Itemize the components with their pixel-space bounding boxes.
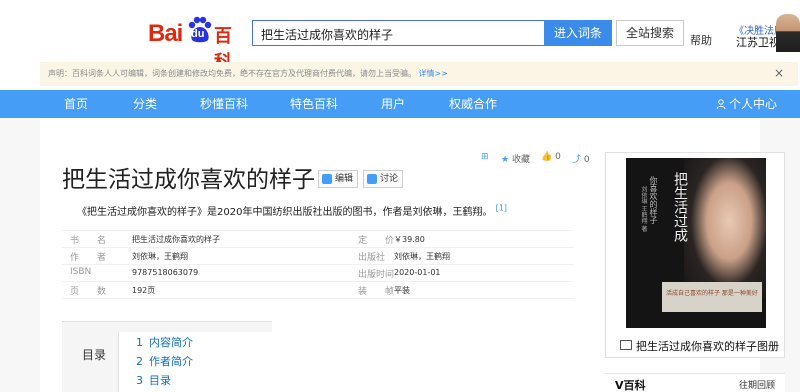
toc-item-text: 目录 bbox=[149, 374, 171, 387]
plus-icon[interactable]: ⊞ bbox=[481, 152, 489, 162]
edit-button[interactable]: 编辑 bbox=[318, 170, 358, 188]
info-label: 页 数 bbox=[70, 287, 107, 297]
close-icon[interactable]: × bbox=[774, 66, 784, 80]
pencil-icon bbox=[322, 174, 332, 184]
ad-subtitle[interactable]: 江苏卫视 bbox=[736, 34, 780, 50]
toc-item[interactable]: 2 作者简介 bbox=[136, 353, 193, 369]
nav-item-featured[interactable]: 特色百科 bbox=[290, 90, 338, 118]
cover-title: 把生活过成 bbox=[672, 172, 688, 242]
nav-item-cooperation[interactable]: 权威合作 bbox=[449, 90, 497, 118]
nav-item-miaodong[interactable]: 秒懂百科 bbox=[200, 90, 248, 118]
logo-du-text: du bbox=[191, 28, 205, 40]
collect-button[interactable]: ★ 收藏 bbox=[501, 152, 530, 165]
share-icon: ⤴ bbox=[572, 155, 582, 165]
collect-label: 收藏 bbox=[511, 155, 530, 165]
v-baike-section: V百科 往期回顾 bbox=[605, 373, 785, 392]
toc-item[interactable]: 3 目录 bbox=[136, 372, 171, 388]
info-value: 刘依琳，王鹤翔 bbox=[394, 252, 450, 261]
toc-item-number: 3 bbox=[136, 374, 143, 387]
notice-message: 声明：百科词条人人可编辑，词条创建和修改均免费，绝不存在官方及代理商付费代编，请… bbox=[48, 69, 416, 78]
info-label: 定 价 bbox=[358, 236, 395, 246]
discuss-button[interactable]: 讨论 bbox=[363, 170, 403, 188]
v-baike-title: V百科 bbox=[615, 379, 646, 392]
info-value: 192页 bbox=[132, 286, 156, 295]
nav-item-users[interactable]: 用户 bbox=[381, 90, 405, 118]
info-value: 刘依琳，王鹤翔 bbox=[132, 252, 188, 261]
cover-band-text: 活成自己喜欢的样子 那是一种美好 bbox=[666, 290, 758, 297]
like-button[interactable]: 👍 0 bbox=[541, 152, 561, 162]
summary-paragraph: 《把生活过成你喜欢的样子》是2020年中国纺织出版社出版的图书，作者是刘依琳，王… bbox=[77, 203, 507, 218]
toc-item-text: 内容简介 bbox=[149, 336, 193, 349]
enter-entry-button[interactable]: 进入词条 bbox=[544, 20, 612, 46]
book-cover-image[interactable]: 把生活过成 你喜欢的样子 刘依琳 王鹤翔 著 活成自己喜欢的样子 那是一种美好 bbox=[626, 158, 766, 328]
summary-reference[interactable]: [1] bbox=[496, 204, 507, 213]
info-value: 9787518063079 bbox=[132, 268, 199, 277]
help-link[interactable]: 帮助 bbox=[690, 32, 712, 48]
cover-band bbox=[662, 282, 762, 312]
logo-bai-text: Bai bbox=[148, 20, 183, 47]
toc-item[interactable]: 1 内容简介 bbox=[136, 334, 193, 350]
ad-avatar[interactable] bbox=[776, 14, 800, 52]
info-divider bbox=[62, 230, 574, 231]
info-divider bbox=[62, 264, 574, 265]
album-caption: 把生活过成你喜欢的样子图册 bbox=[636, 340, 779, 353]
notice-detail-link[interactable]: 详情>> bbox=[419, 69, 448, 78]
discuss-label: 讨论 bbox=[380, 174, 399, 184]
chat-icon bbox=[367, 174, 377, 184]
info-divider bbox=[62, 247, 574, 248]
nav-item-category[interactable]: 分类 bbox=[133, 90, 157, 118]
main-nav: 首页 分类 秒懂百科 特色百科 用户 权威合作 个人中心 bbox=[0, 90, 800, 118]
user-icon bbox=[716, 99, 726, 110]
star-icon: ★ bbox=[501, 155, 510, 165]
like-count: 0 bbox=[555, 152, 561, 162]
toc-item-number: 2 bbox=[136, 355, 143, 368]
album-link[interactable]: 把生活过成你喜欢的样子图册 bbox=[604, 334, 784, 356]
info-value: 平装 bbox=[394, 286, 410, 295]
share-button[interactable]: ⤴ 0 bbox=[572, 152, 590, 165]
user-center-label: 个人中心 bbox=[729, 97, 778, 111]
info-value: 2020-01-01 bbox=[394, 268, 441, 277]
toc-title: 目录 bbox=[82, 348, 107, 362]
thumbs-up-icon: 👍 bbox=[541, 152, 553, 162]
search-input[interactable]: 把生活过成你喜欢的样子 bbox=[252, 20, 544, 46]
v-baike-archive-link[interactable]: 往期回顾 bbox=[739, 378, 775, 391]
info-label: 出版社 bbox=[358, 253, 386, 263]
info-value: ￥39.80 bbox=[394, 235, 425, 244]
notice-bar: 声明：百科词条人人可编辑，词条创建和修改均免费，绝不存在官方及代理商付费代编，请… bbox=[40, 62, 798, 86]
nav-item-home[interactable]: 首页 bbox=[64, 90, 88, 118]
share-count: 0 bbox=[583, 155, 590, 165]
user-center-link[interactable]: 个人中心 bbox=[716, 90, 777, 118]
cover-subtitle: 你喜欢的样子 bbox=[649, 176, 658, 224]
info-label: 出版时间 bbox=[358, 270, 395, 280]
page-title: 把生活过成你喜欢的样子 bbox=[62, 167, 315, 193]
site-search-button[interactable]: 全站搜索 bbox=[616, 20, 684, 46]
info-value: 把生活过成你喜欢的样子 bbox=[132, 235, 220, 244]
cover-byline: 刘依琳 王鹤翔 著 bbox=[640, 186, 647, 232]
baidu-baike-logo[interactable]: Bai du 百科 bbox=[148, 14, 248, 73]
toc-item-number: 1 bbox=[136, 336, 143, 349]
info-label: ISBN bbox=[70, 267, 92, 277]
edit-label: 编辑 bbox=[335, 174, 354, 184]
info-label: 作 者 bbox=[70, 253, 107, 263]
notice-text: 声明：百科词条人人可编辑，词条创建和修改均免费，绝不存在官方及代理商付费代编，请… bbox=[48, 68, 448, 79]
album-icon bbox=[620, 340, 632, 350]
cover-portrait bbox=[684, 158, 766, 298]
summary-text: 《把生活过成你喜欢的样子》是2020年中国纺织出版社出版的图书，作者是刘依琳，王… bbox=[77, 207, 493, 218]
header: Bai du 百科 把生活过成你喜欢的样子 进入词条 全站搜索 帮助 《决胜法庭… bbox=[0, 0, 800, 73]
toc-item-text: 作者简介 bbox=[149, 355, 193, 368]
info-label: 书 名 bbox=[70, 236, 107, 246]
info-divider bbox=[62, 298, 574, 299]
info-label: 装 帧 bbox=[358, 287, 395, 297]
info-divider bbox=[62, 281, 574, 282]
